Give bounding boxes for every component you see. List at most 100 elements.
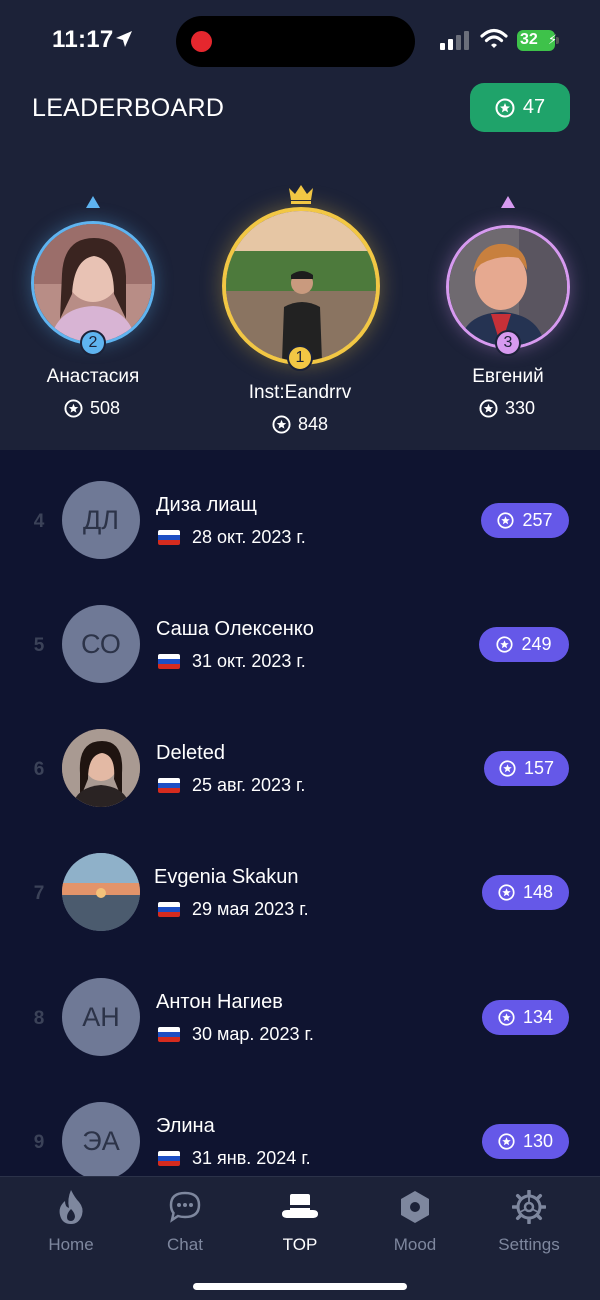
row-score-value: 157 bbox=[523, 758, 555, 778]
wifi-icon bbox=[480, 28, 508, 48]
leaderboard-row[interactable]: 5 СО Саша Олексенко 31 окт. 2023 г. 249 bbox=[0, 605, 600, 729]
row-name: Элина bbox=[156, 1115, 215, 1137]
podium-score-value: 330 bbox=[504, 398, 536, 418]
leaderboard-row[interactable]: 6 Deleted 25 авг. 2023 г. 157 bbox=[0, 729, 600, 853]
row-score-badge: 134 bbox=[482, 1000, 569, 1035]
avatar-photo bbox=[62, 729, 140, 807]
star-coin-icon bbox=[497, 512, 515, 529]
row-name: Deleted bbox=[156, 742, 225, 764]
row-date-text: 30 мар. 2023 г. bbox=[192, 1024, 314, 1044]
row-date: 30 мар. 2023 г. bbox=[158, 1024, 314, 1045]
row-avatar: ЭА bbox=[62, 1102, 140, 1180]
star-coin-icon bbox=[498, 884, 515, 901]
avatar-photo bbox=[226, 211, 376, 361]
row-rank: 8 bbox=[33, 1008, 45, 1029]
leaderboard-row[interactable]: 8 АН Антон Нагиев 30 мар. 2023 г. 134 bbox=[0, 978, 600, 1102]
rank-badge-2: 2 bbox=[80, 330, 106, 356]
row-avatar bbox=[62, 729, 140, 807]
cellular-signal-icon bbox=[440, 31, 469, 50]
gear-icon bbox=[512, 1190, 546, 1224]
podium-name-1: Inst:Eandrrv bbox=[248, 382, 352, 403]
avatar-photo bbox=[34, 224, 152, 342]
row-avatar bbox=[62, 853, 140, 931]
recording-dot-icon bbox=[191, 31, 212, 52]
tab-label: Mood bbox=[393, 1235, 437, 1254]
podium-avatar-2[interactable] bbox=[31, 221, 155, 345]
russia-flag-icon bbox=[158, 530, 180, 545]
status-time: 11:17 bbox=[52, 26, 114, 53]
row-score-value: 148 bbox=[522, 882, 554, 902]
row-date: 31 окт. 2023 г. bbox=[158, 651, 306, 672]
row-name: Evgenia Skakun bbox=[154, 866, 299, 888]
podium-avatar-1[interactable] bbox=[222, 207, 380, 365]
tab-bar: Home Chat TOP Mood Settings bbox=[0, 1176, 600, 1300]
rank-badge-1: 1 bbox=[287, 345, 313, 371]
dynamic-island bbox=[176, 16, 415, 67]
rank-up-indicator-icon bbox=[86, 196, 100, 208]
row-score-value: 257 bbox=[522, 510, 553, 530]
podium-score-2: 508 bbox=[32, 398, 152, 419]
tab-label: Settings bbox=[498, 1235, 560, 1254]
row-avatar: ДЛ bbox=[62, 481, 140, 559]
row-date-text: 28 окт. 2023 г. bbox=[192, 527, 306, 547]
tab-settings[interactable]: Settings bbox=[474, 1177, 584, 1267]
flame-icon bbox=[59, 1190, 83, 1224]
crown-icon bbox=[289, 185, 313, 204]
tab-chat[interactable]: Chat bbox=[130, 1177, 240, 1267]
star-coin-icon bbox=[499, 760, 516, 777]
russia-flag-icon bbox=[158, 654, 180, 669]
podium-name-2: Анастасия bbox=[46, 366, 140, 387]
row-date-text: 31 окт. 2023 г. bbox=[192, 651, 306, 671]
row-rank: 6 bbox=[33, 759, 45, 780]
row-date: 29 мая 2023 г. bbox=[158, 899, 309, 920]
tab-top[interactable]: TOP bbox=[245, 1177, 355, 1267]
podium-name-3: Евгений bbox=[472, 366, 544, 387]
star-coin-icon bbox=[495, 98, 515, 117]
row-score-value: 130 bbox=[522, 1131, 554, 1151]
page-title: LEADERBOARD bbox=[32, 94, 225, 122]
row-name: Саша Олексенко bbox=[156, 618, 314, 640]
avatar-photo bbox=[62, 853, 140, 931]
leaderboard-row[interactable]: 7 Evgenia Skakun 29 мая 2023 г. 148 bbox=[0, 853, 600, 977]
podium-score-1: 848 bbox=[240, 414, 360, 435]
balance-button[interactable]: 47 bbox=[470, 83, 570, 132]
battery-indicator: 32 ⚡ bbox=[517, 30, 559, 51]
location-arrow-icon bbox=[116, 31, 132, 47]
star-coin-icon bbox=[272, 415, 291, 434]
row-date: 25 авг. 2023 г. bbox=[158, 775, 305, 796]
hexagon-icon bbox=[401, 1191, 429, 1223]
battery-percent: 32 bbox=[520, 31, 538, 48]
russia-flag-icon bbox=[158, 1151, 180, 1166]
row-score-badge: 249 bbox=[479, 627, 569, 662]
leaderboard-row[interactable]: 4 ДЛ Диза лиащ 28 окт. 2023 г. 257 bbox=[0, 481, 600, 605]
row-date-text: 29 мая 2023 г. bbox=[192, 899, 309, 919]
russia-flag-icon bbox=[158, 1027, 180, 1042]
row-rank: 4 bbox=[33, 511, 45, 532]
row-date-text: 31 янв. 2024 г. bbox=[192, 1148, 311, 1168]
rank-badge-3: 3 bbox=[495, 330, 521, 356]
russia-flag-icon bbox=[158, 902, 180, 917]
avatar-photo bbox=[449, 228, 567, 346]
row-date: 28 окт. 2023 г. bbox=[158, 527, 306, 548]
podium-score-3: 330 bbox=[447, 398, 567, 419]
row-rank: 9 bbox=[33, 1132, 45, 1153]
row-score-badge: 148 bbox=[482, 875, 569, 910]
russia-flag-icon bbox=[158, 778, 180, 793]
row-score-value: 134 bbox=[522, 1007, 554, 1027]
top-hat-icon bbox=[282, 1194, 318, 1218]
star-coin-icon bbox=[498, 1009, 515, 1026]
row-score-badge: 257 bbox=[481, 503, 569, 538]
home-indicator[interactable] bbox=[193, 1283, 407, 1290]
tab-mood[interactable]: Mood bbox=[360, 1177, 470, 1267]
tab-label: TOP bbox=[282, 1235, 318, 1254]
row-score-badge: 157 bbox=[484, 751, 569, 786]
podium-score-value: 848 bbox=[297, 414, 329, 434]
row-avatar: АН bbox=[62, 978, 140, 1056]
chat-bubble-icon bbox=[169, 1191, 201, 1223]
star-coin-icon bbox=[498, 1133, 515, 1150]
row-rank: 7 bbox=[33, 883, 45, 904]
row-score-value: 249 bbox=[521, 634, 552, 654]
row-date-text: 25 авг. 2023 г. bbox=[192, 775, 306, 795]
tab-label: Home bbox=[48, 1235, 94, 1254]
tab-home[interactable]: Home bbox=[16, 1177, 126, 1267]
